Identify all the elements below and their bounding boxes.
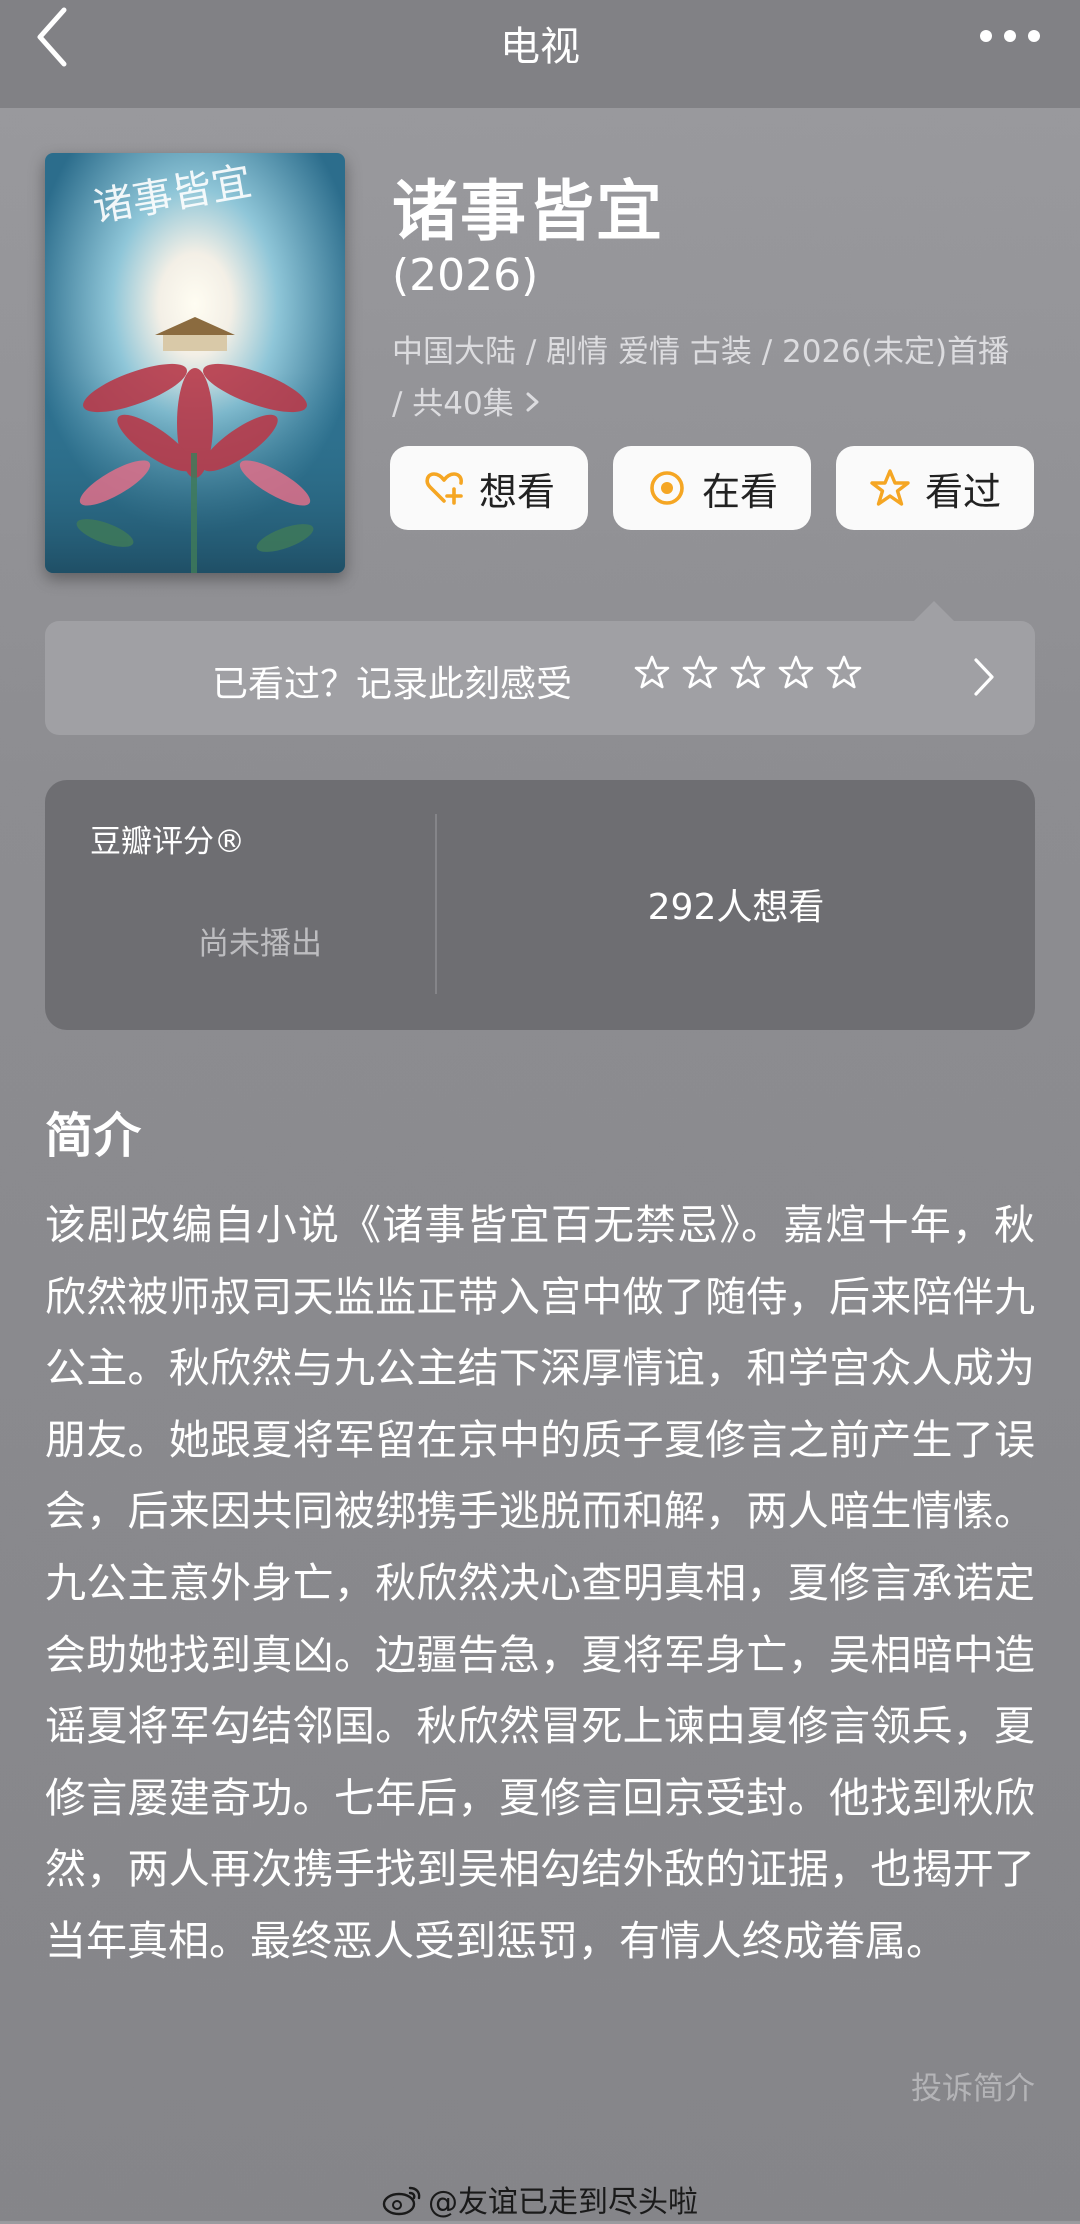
star-outline-icon[interactable] <box>729 654 767 692</box>
weibo-logo-icon <box>382 2184 422 2224</box>
star-outline-icon[interactable] <box>825 654 863 692</box>
star-outline-icon[interactable] <box>681 654 719 692</box>
star-outline-icon[interactable] <box>777 654 815 692</box>
more-dot-icon <box>1028 30 1040 42</box>
target-icon <box>650 471 684 505</box>
douban-rating-label: 豆瓣评分® <box>90 824 245 860</box>
douban-rating-card: 豆瓣评分® 尚未播出 292人想看 <box>45 780 1035 1030</box>
show-title: 诸事皆宜 <box>392 173 664 250</box>
show-meta[interactable]: 中国大陆 / 剧情 爱情 古装 / 2026(未定)首播 / 共40集 <box>392 326 1022 430</box>
more-dot-icon <box>1004 30 1016 42</box>
watching-label: 在看 <box>701 469 778 514</box>
watched-button[interactable]: 看过 <box>836 446 1034 530</box>
top-bar: 电视 <box>0 0 1080 108</box>
show-poster[interactable]: 诸事皆宜 <box>45 153 345 573</box>
record-feeling-bar[interactable]: 已看过？记录此刻感受 <box>45 621 1035 735</box>
watched-label: 看过 <box>924 469 1001 514</box>
watermark: @友谊已走到尽头啦 <box>0 2177 1080 2224</box>
watching-button[interactable]: 在看 <box>613 446 811 530</box>
rating-status: 尚未播出 <box>198 926 322 962</box>
want-to-watch-button[interactable]: 想看 <box>390 446 588 530</box>
rating-stars[interactable] <box>633 654 863 692</box>
page-title: 电视 <box>500 24 580 70</box>
want-count: 292人想看 <box>647 887 825 928</box>
heart-plus-icon <box>425 472 463 505</box>
watermark-text: @友谊已走到尽头啦 <box>428 2185 698 2220</box>
more-dot-icon <box>980 30 992 42</box>
chevron-right-icon <box>524 386 542 422</box>
more-options-button[interactable] <box>970 18 1050 54</box>
synopsis-text: 该剧改编自小说《诸事皆宜百无禁忌》。嘉煊十年，秋欣然被师叔司天监监正带入宫中做了… <box>45 1201 1035 1965</box>
star-outline-icon <box>870 469 910 506</box>
synopsis-heading: 简介 <box>45 1108 142 1164</box>
show-meta-text: 中国大陆 / 剧情 爱情 古装 / 2026(未定)首播 / 共40集 <box>392 334 1010 422</box>
record-bar-pointer <box>912 601 956 623</box>
star-outline-icon[interactable] <box>633 654 671 692</box>
chevron-right-icon <box>971 655 997 703</box>
report-synopsis-link[interactable]: 投诉简介 <box>911 2063 1035 2108</box>
want-to-watch-label: 想看 <box>478 469 555 514</box>
show-year: (2026) <box>392 250 539 301</box>
record-feeling-prompt: 已看过？记录此刻感受 <box>212 664 573 705</box>
